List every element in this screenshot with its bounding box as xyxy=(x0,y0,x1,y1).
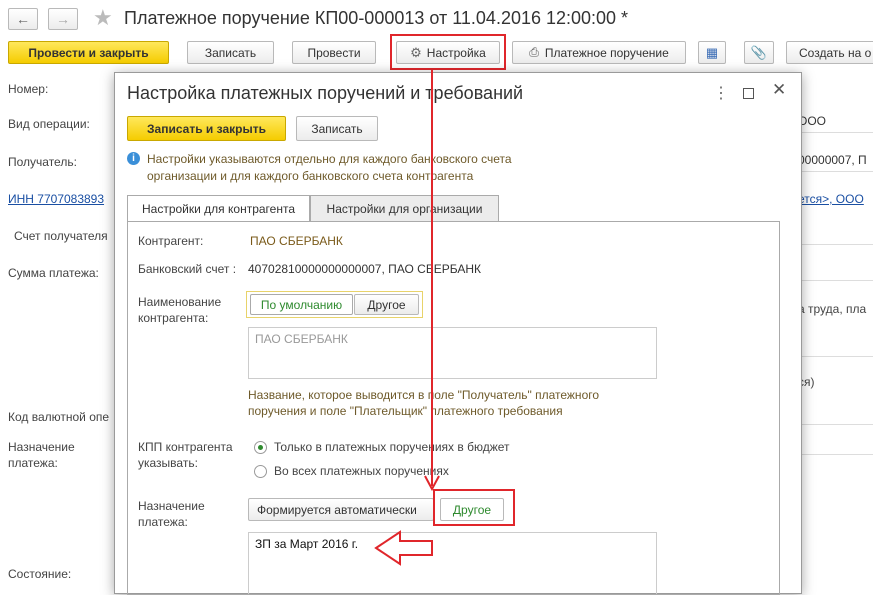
down-arrow xyxy=(424,70,440,492)
annotation-arrows xyxy=(374,70,440,566)
left-arrow xyxy=(374,530,433,566)
